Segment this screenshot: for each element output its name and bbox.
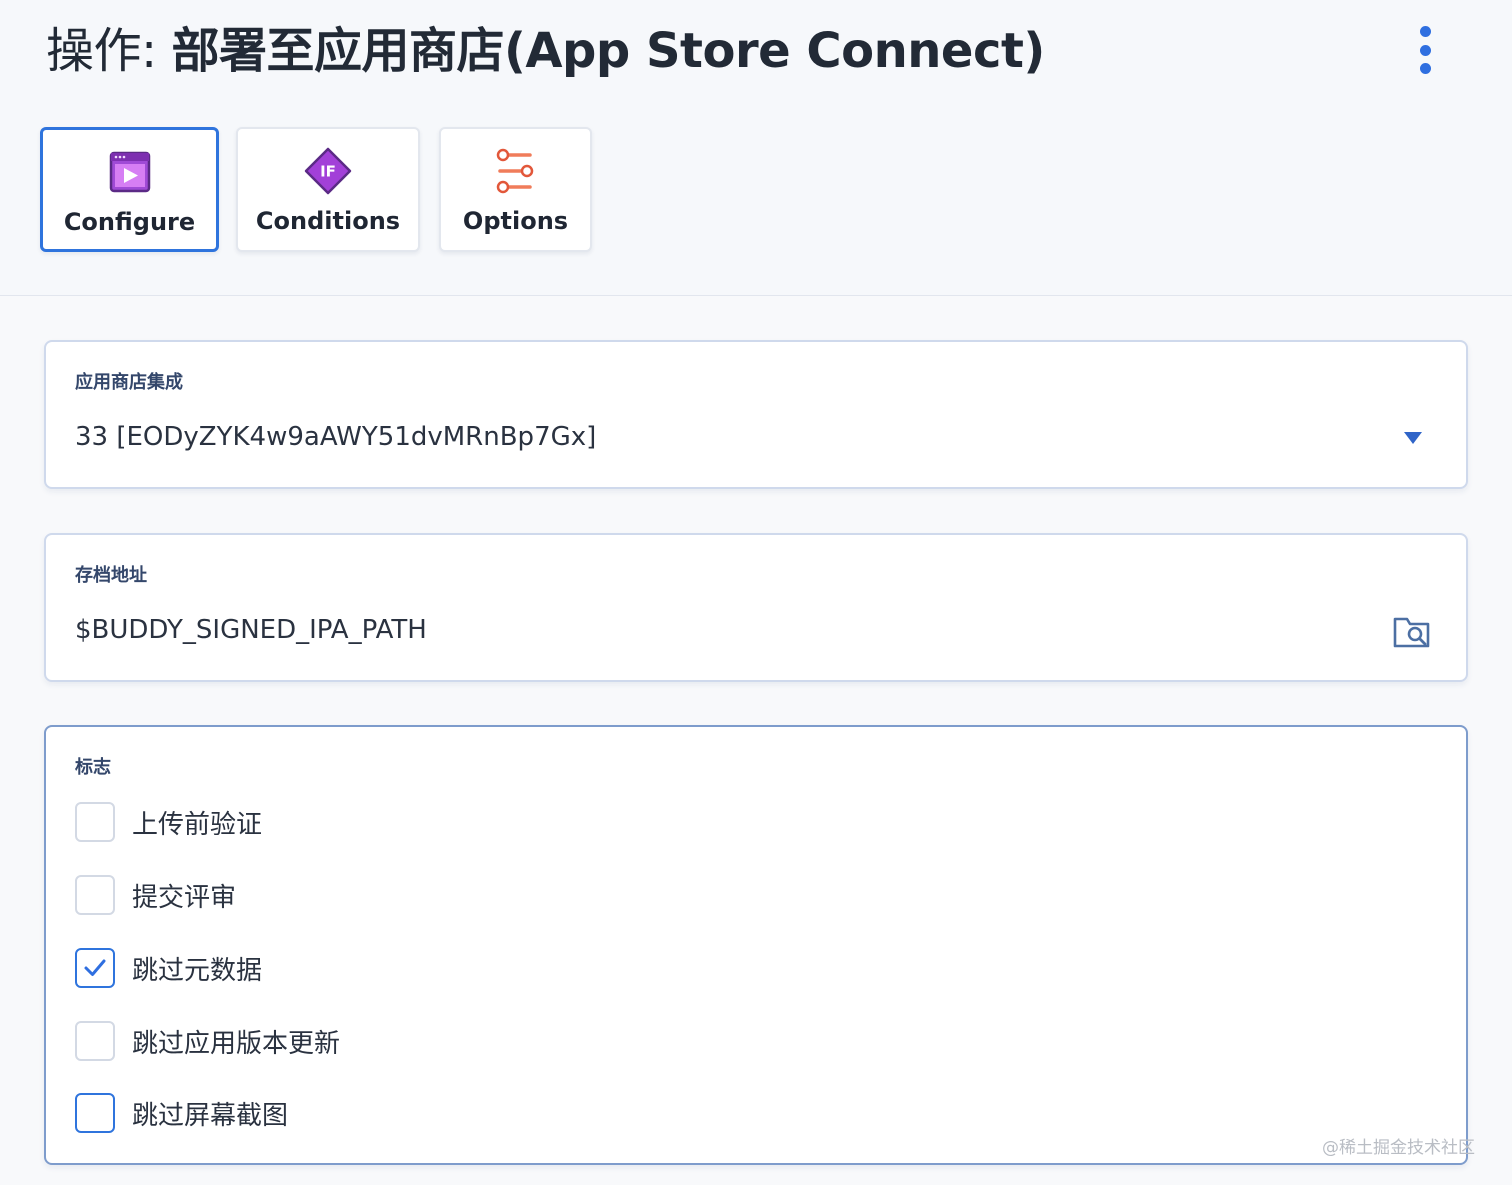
tab-label: Options <box>462 207 569 235</box>
checkbox-label: 跳过元数据 <box>132 955 263 986</box>
integration-select[interactable]: 应用商店集成 33 [EODyZYK4w9aAWY51dvMRnBp7Gx] <box>44 340 1468 489</box>
page-title: 操作: 部署至应用商店(App Store Connect) <box>46 18 1045 84</box>
sliders-icon <box>496 148 533 194</box>
more-vertical-icon-dot <box>1419 63 1431 74</box>
title-prefix: 操作: <box>46 23 172 79</box>
flag-skip-screenshots[interactable]: 跳过屏幕截图 <box>75 1091 288 1135</box>
checkbox-label: 跳过应用版本更新 <box>132 1028 341 1059</box>
checkbox[interactable] <box>75 1021 115 1061</box>
flags-panel: 标志 上传前验证 提交评审 跳过元数据 跳过应用版本更新 跳过屏幕截图 <box>44 725 1468 1165</box>
integration-value: 33 [EODyZYK4w9aAWY51dvMRnBp7Gx] <box>75 422 597 452</box>
checkbox[interactable] <box>75 802 115 842</box>
more-vertical-icon <box>1419 26 1431 37</box>
flags-label: 标志 <box>75 757 111 778</box>
svg-text:IF: IF <box>320 163 336 181</box>
archive-path-field[interactable]: 存档地址 $BUDDY_SIGNED_IPA_PATH <box>44 533 1468 682</box>
folder-search-icon[interactable] <box>1392 611 1432 651</box>
flag-skip-metadata[interactable]: 跳过元数据 <box>75 946 262 990</box>
integration-label: 应用商店集成 <box>75 372 183 393</box>
checkbox[interactable] <box>75 875 115 915</box>
checkbox-label: 提交评审 <box>132 882 237 913</box>
archive-path-label: 存档地址 <box>75 565 147 586</box>
more-vertical-icon-dot <box>1419 44 1431 56</box>
header: 操作: 部署至应用商店(App Store Connect) Configure… <box>0 0 1512 296</box>
tab-label: Configure <box>63 208 196 236</box>
checkbox[interactable] <box>75 1093 115 1133</box>
tab-configure[interactable]: Configure <box>40 127 219 252</box>
more-options-button[interactable] <box>1404 22 1446 78</box>
tab-label: Conditions <box>255 207 401 235</box>
flag-validate-before-upload[interactable]: 上传前验证 <box>75 800 262 844</box>
flag-submit-for-review[interactable]: 提交评审 <box>75 873 236 917</box>
watermark: @稀土掘金技术社区 <box>1322 1138 1475 1158</box>
archive-path-value[interactable]: $BUDDY_SIGNED_IPA_PATH <box>75 615 427 645</box>
checkbox[interactable] <box>75 948 115 988</box>
dropdown-caret-icon[interactable] <box>1404 432 1422 444</box>
tab-conditions[interactable]: IF Conditions <box>236 127 420 252</box>
if-diamond-icon: IF <box>304 147 352 195</box>
title-action-name: 部署至应用商店(App Store Connect) <box>171 23 1045 79</box>
checkmark-icon <box>84 959 106 976</box>
play-window-icon <box>109 151 150 193</box>
tab-options[interactable]: Options <box>439 127 592 252</box>
flag-skip-app-version-update[interactable]: 跳过应用版本更新 <box>75 1019 340 1063</box>
checkbox-label: 上传前验证 <box>132 809 263 840</box>
checkbox-label: 跳过屏幕截图 <box>132 1100 289 1131</box>
